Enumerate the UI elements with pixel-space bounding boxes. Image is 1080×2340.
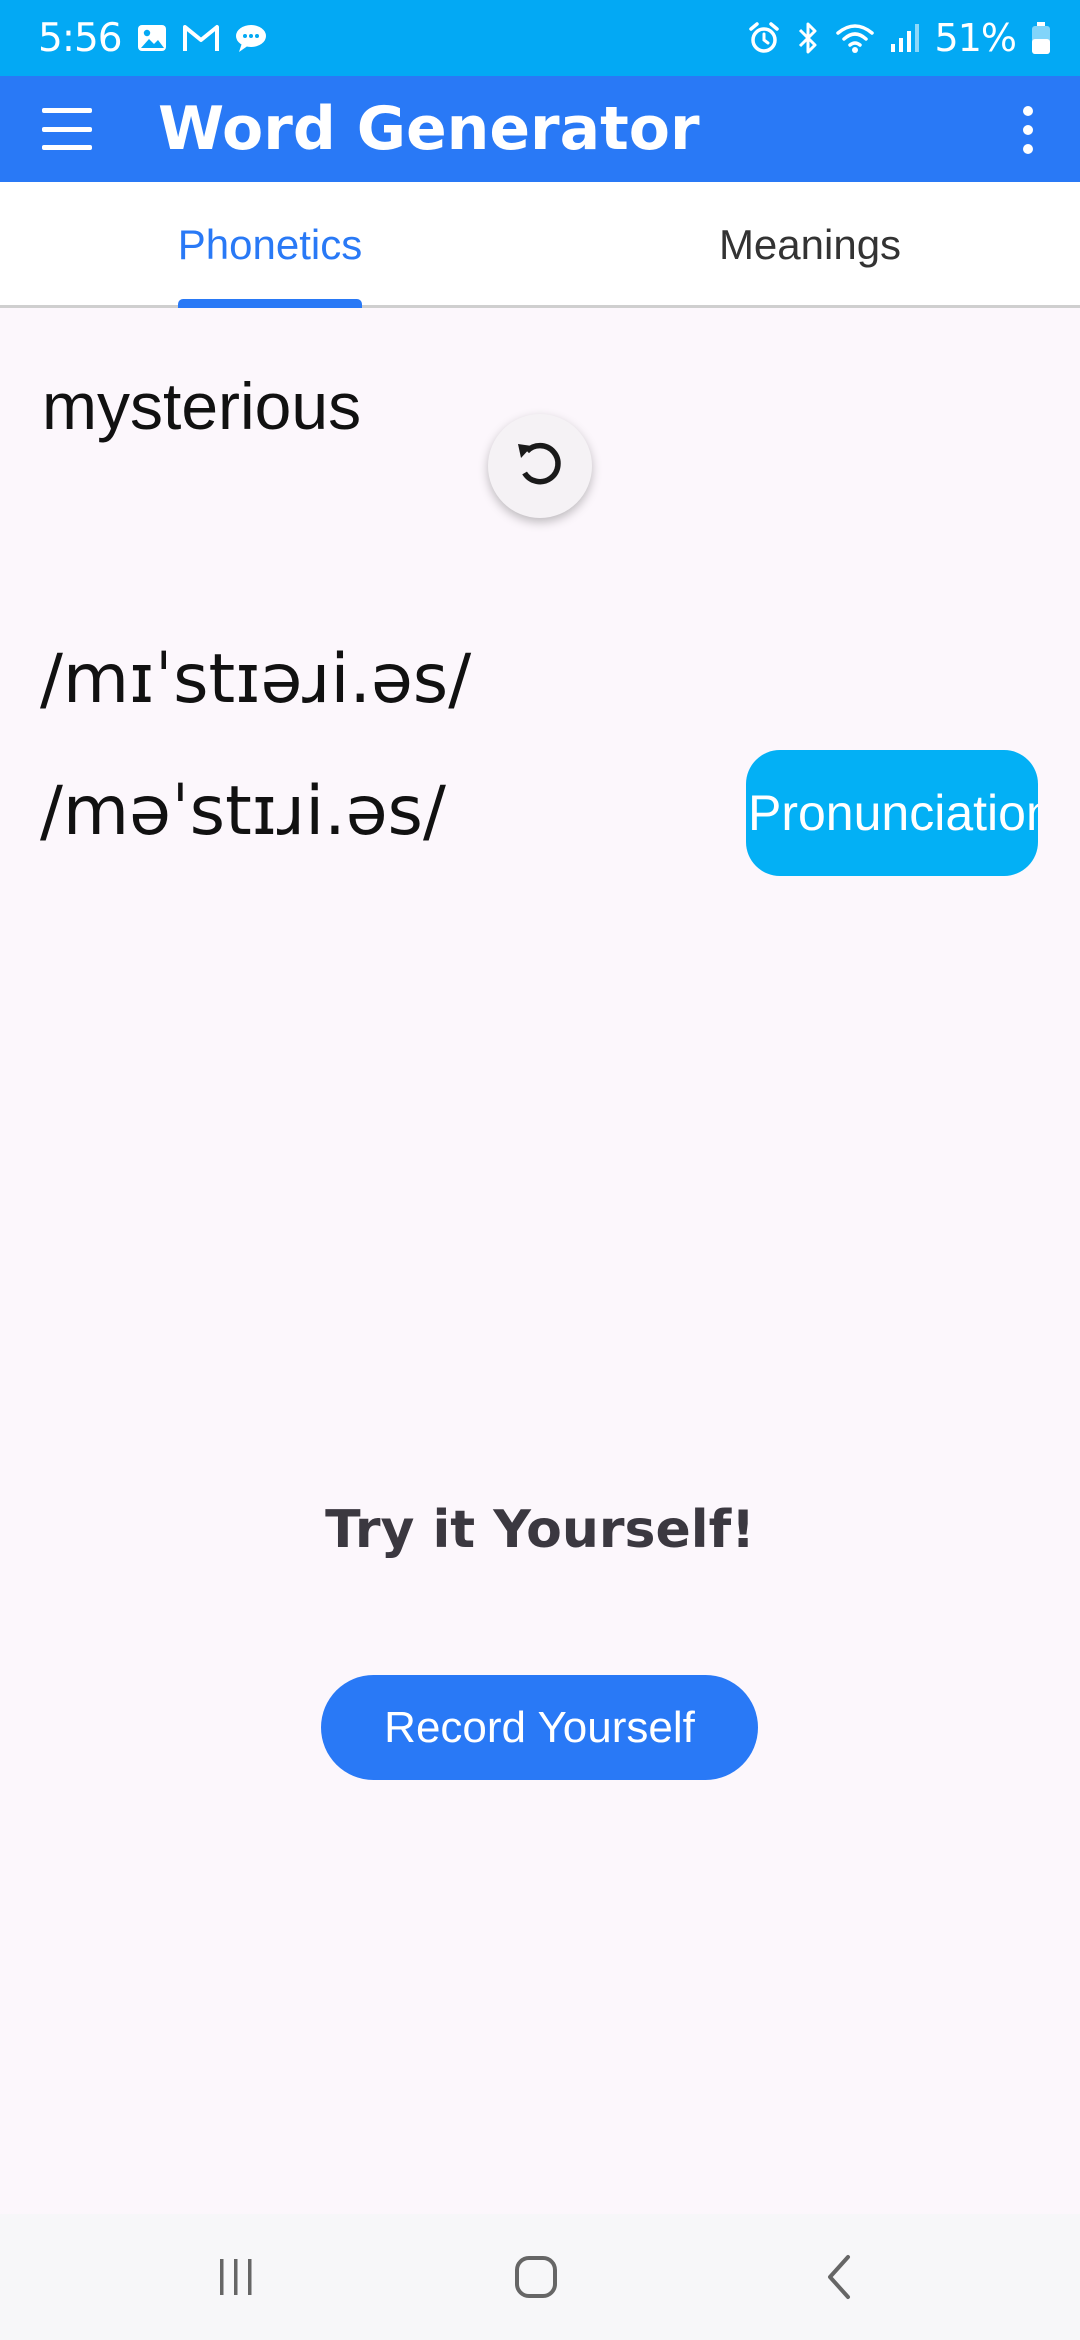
tab-phonetics[interactable]: Phonetics bbox=[0, 182, 540, 308]
app-bar: Word Generator bbox=[0, 76, 1080, 182]
try-it-heading: Try it Yourself! bbox=[325, 1500, 755, 1560]
screen: 5:56 51% Word Generator Phonetics Meanin… bbox=[0, 0, 1080, 2340]
alarm-icon bbox=[747, 21, 781, 55]
home-icon[interactable] bbox=[476, 2214, 596, 2340]
more-vert-icon[interactable] bbox=[1016, 106, 1040, 154]
tab-meanings[interactable]: Meanings bbox=[540, 182, 1080, 308]
tab-bar: Phonetics Meanings bbox=[0, 182, 1080, 308]
app-title: Word Generator bbox=[158, 94, 700, 164]
record-yourself-button[interactable]: Record Yourself bbox=[321, 1675, 758, 1780]
status-bar-left: 5:56 bbox=[38, 16, 268, 61]
signal-icon bbox=[889, 22, 921, 54]
system-nav-bar bbox=[0, 2214, 1080, 2340]
tab-selected-indicator bbox=[178, 299, 362, 308]
phonetic-transcription: /məˈstɪɹi.əs/ bbox=[40, 772, 446, 851]
refresh-button[interactable] bbox=[488, 414, 592, 518]
generated-word: mysterious bbox=[42, 369, 362, 443]
bluetooth-icon bbox=[795, 21, 821, 55]
wifi-icon bbox=[835, 21, 875, 55]
gmail-icon bbox=[182, 23, 220, 53]
battery-icon bbox=[1030, 21, 1052, 55]
hamburger-menu-icon[interactable] bbox=[42, 108, 104, 150]
refresh-icon bbox=[510, 434, 570, 499]
phonetic-transcription: /mɪˈstɪəɹi.əs/ bbox=[40, 640, 472, 719]
status-bar: 5:56 51% bbox=[0, 0, 1080, 76]
pronunciation-button[interactable]: Pronunciation bbox=[746, 750, 1038, 876]
gallery-icon bbox=[136, 22, 168, 54]
back-icon[interactable] bbox=[780, 2214, 900, 2340]
status-time: 5:56 bbox=[38, 15, 123, 61]
status-bar-right: 51% bbox=[747, 16, 1052, 60]
battery-percent: 51% bbox=[934, 16, 1017, 60]
recent-apps-icon[interactable] bbox=[176, 2214, 296, 2340]
chat-icon bbox=[234, 23, 268, 53]
